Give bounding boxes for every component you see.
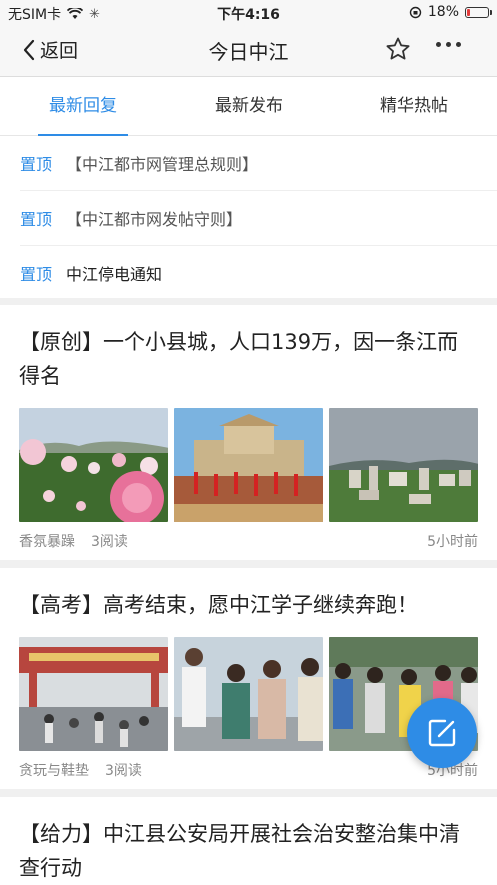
rotation-lock-icon — [409, 6, 422, 18]
post-image-performance[interactable] — [174, 408, 323, 522]
post-author[interactable]: 香氛暴躁 — [19, 531, 75, 551]
battery-icon — [465, 6, 492, 18]
pinned-tag: 置顶 — [20, 265, 53, 284]
pinned-title: 中江停电通知 — [66, 265, 163, 284]
post-image-county-view[interactable] — [329, 408, 478, 522]
post-title: 【原创】一个小县城，人口139万，因一条江而得名 — [19, 330, 459, 388]
more-dot — [446, 42, 451, 47]
post-feed: 【原创】一个小县城，人口139万，因一条江而得名 香氛暴躁 3阅读 5小时前 【… — [0, 305, 497, 885]
post-read-count: 3阅读 — [91, 534, 128, 550]
pinned-tag: 置顶 — [20, 155, 53, 174]
more-button[interactable] — [436, 42, 461, 47]
more-dot — [456, 42, 461, 47]
post-image-parents-waiting[interactable] — [174, 637, 323, 751]
post-author[interactable]: 贪玩与鞋垫 — [19, 760, 89, 780]
pinned-item[interactable]: 置顶 中江停电通知 — [20, 246, 497, 300]
tab-label: 精华热帖 — [380, 96, 448, 116]
tab-label: 最新发布 — [215, 96, 283, 116]
post-read-count: 3阅读 — [105, 763, 142, 779]
battery-percent: 18% — [427, 4, 459, 20]
post-time: 5小时前 — [427, 534, 478, 550]
favorite-button[interactable] — [385, 36, 411, 66]
post-card[interactable]: 【给力】中江县公安局开展社会治安整治集中清查行动 — [0, 797, 497, 885]
compose-post-button[interactable] — [407, 698, 477, 768]
tab-featured-hot[interactable]: 精华热帖 — [331, 77, 497, 135]
pinned-title: 【中江都市网管理总规则】 — [66, 155, 259, 174]
pinned-title: 【中江都市网发帖守则】 — [66, 210, 243, 229]
pinned-tag: 置顶 — [20, 210, 53, 229]
back-button[interactable]: 返回 — [22, 36, 78, 63]
post-card[interactable]: 【原创】一个小县城，人口139万，因一条江而得名 香氛暴躁 3阅读 5小时前 — [0, 305, 497, 568]
post-image-school-gate[interactable] — [19, 637, 168, 751]
nav-bar: 返回 今日中江 — [0, 24, 497, 77]
tab-latest-replies[interactable]: 最新回复 — [0, 77, 166, 136]
status-bar: 无SIM卡 ✳ 下午4:16 18% — [0, 0, 497, 24]
star-icon — [386, 37, 410, 60]
tab-label: 最新回复 — [49, 96, 117, 116]
post-title: 【给力】中江县公安局开展社会治安整治集中清查行动 — [19, 822, 460, 880]
pinned-item[interactable]: 置顶 【中江都市网管理总规则】 — [20, 136, 497, 191]
post-title: 【高考】高考结束，愿中江学子继续奔跑！ — [19, 593, 418, 617]
pinned-item[interactable]: 置顶 【中江都市网发帖守则】 — [20, 191, 497, 246]
more-dot — [436, 42, 441, 47]
back-label: 返回 — [40, 40, 79, 62]
tab-bar: 最新回复 最新发布 精华热帖 — [0, 77, 497, 136]
pinned-list: 置顶 【中江都市网管理总规则】 置顶 【中江都市网发帖守则】 置顶 中江停电通知 — [0, 136, 497, 298]
chevron-left-icon — [23, 39, 35, 60]
edit-icon — [428, 719, 456, 747]
tab-latest-posts[interactable]: 最新发布 — [166, 77, 332, 135]
post-image-peony-flowers[interactable] — [19, 408, 168, 522]
